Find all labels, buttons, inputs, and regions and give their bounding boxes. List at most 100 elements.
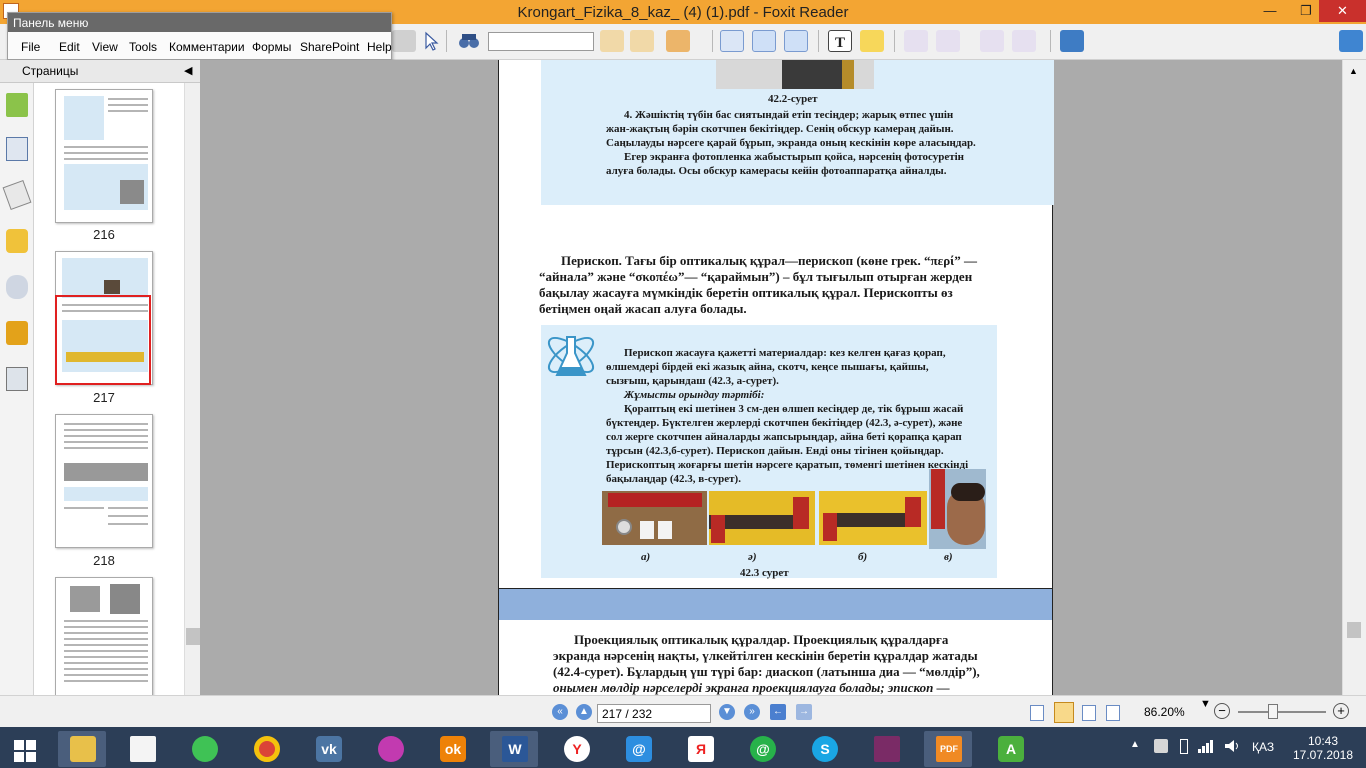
fullscreen-icon[interactable] — [1339, 30, 1363, 52]
zoom-dropdown-icon[interactable]: ▼ — [1200, 698, 1211, 710]
menu-edit[interactable]: Edit — [59, 40, 80, 54]
page-thumbnail-218[interactable] — [55, 414, 153, 548]
taskbar-odnoklassniki[interactable]: ok — [428, 731, 476, 767]
layers-icon[interactable] — [2, 179, 32, 211]
taskbar-yandex-browser[interactable]: Y — [552, 731, 600, 767]
menu-forms[interactable]: Формы — [252, 40, 291, 54]
step4-line-5: алуға болады. Осы обскур камерасы кейін … — [606, 165, 947, 177]
page-thumbnail-216[interactable] — [55, 89, 153, 223]
pdf-combine-icon[interactable] — [1012, 30, 1036, 52]
taskbar-whatsapp[interactable] — [180, 731, 228, 767]
taskbar-document[interactable] — [118, 731, 166, 767]
thumbnails-scroll-thumb[interactable] — [186, 628, 200, 645]
document-scroll-thumb[interactable] — [1347, 622, 1361, 638]
close-button[interactable]: ✕ — [1319, 0, 1366, 22]
note-icon[interactable] — [860, 30, 884, 52]
experiment-line-6: бүктеңдер. Бүктелген жерлерді скотчпен б… — [606, 417, 963, 429]
input-language[interactable]: ҚАЗ — [1252, 740, 1274, 754]
scroll-up-icon[interactable]: ▲ — [1349, 66, 1358, 76]
clock-date: 17.07.2018 — [1292, 748, 1354, 762]
fig-42-3-photo-v — [929, 469, 986, 549]
zoom-slider-knob[interactable] — [1268, 704, 1278, 719]
document-scrollbar[interactable]: ▲ — [1342, 60, 1366, 695]
photo-label-a: а) — [641, 551, 651, 563]
taskbar-file-explorer[interactable] — [58, 731, 106, 767]
find-next-icon[interactable] — [630, 30, 654, 52]
battery-icon[interactable] — [1180, 739, 1188, 754]
network-signal-icon[interactable] — [1198, 739, 1214, 753]
tray-expand-icon[interactable]: ▲ — [1130, 739, 1140, 750]
first-page-icon[interactable]: « — [552, 704, 568, 720]
facing-page-icon[interactable] — [1082, 705, 1096, 721]
menu-sharepoint[interactable]: SharePoint — [300, 40, 359, 54]
last-page-icon[interactable]: » — [744, 704, 760, 720]
highlight-icon[interactable] — [666, 30, 690, 52]
zoom-slider[interactable] — [1238, 711, 1326, 713]
fit-page-icon[interactable] — [752, 30, 776, 52]
pdf-from-file-icon[interactable] — [936, 30, 960, 52]
taskbar-yandex[interactable]: Я — [676, 731, 724, 767]
taskbar-vk[interactable]: vk — [304, 731, 352, 767]
system-clock[interactable]: 10:43 17.07.2018 — [1288, 734, 1358, 762]
fit-width-icon[interactable] — [784, 30, 808, 52]
attachments-icon[interactable] — [6, 275, 28, 299]
create-pdf-icon[interactable] — [904, 30, 928, 52]
pages-icon[interactable] — [6, 137, 28, 161]
pdf-scan-icon[interactable] — [980, 30, 1004, 52]
menu-help[interactable]: Help — [367, 40, 392, 54]
page-thumbnail-219[interactable] — [55, 577, 153, 695]
comments-icon[interactable] — [6, 229, 28, 253]
bookmarks-icon[interactable] — [6, 93, 28, 117]
zoom-in-button[interactable]: + — [1333, 703, 1349, 719]
obscura-step-box: 42.2-сурет 4. Жәшіктің түбін бас сиятынд… — [541, 60, 1054, 205]
go-forward-icon[interactable]: → — [796, 704, 812, 720]
taskbar-winrar[interactable] — [862, 731, 910, 767]
volume-icon[interactable] — [1224, 739, 1242, 753]
periscope-line-1: Перископ. Тағы бір оптикалық құрал—перис… — [561, 253, 977, 268]
document-viewport[interactable]: 42.2-сурет 4. Жәшіктің түбін бас сиятынд… — [200, 60, 1342, 695]
zoom-out-button[interactable]: − — [1214, 703, 1230, 719]
typewriter-icon[interactable]: T — [828, 30, 852, 52]
menu-comments[interactable]: Комментарии — [169, 40, 245, 54]
taskbar-foxit-reader[interactable]: PDF — [924, 731, 972, 767]
signature-icon[interactable] — [6, 367, 28, 391]
step4-line-1: 4. Жәшіктің түбін бас сиятындай етіп тес… — [624, 109, 954, 121]
menu-view[interactable]: View — [92, 40, 118, 54]
pdf-page-217: 42.2-сурет 4. Жәшіктің түбін бас сиятынд… — [498, 60, 1054, 642]
thumbnails-scrollbar[interactable] — [184, 83, 200, 695]
zoom-level[interactable]: 86.20% — [1144, 705, 1185, 719]
continuous-facing-icon[interactable] — [1106, 705, 1120, 721]
taskbar-word[interactable]: W — [490, 731, 538, 767]
select-text-icon[interactable] — [392, 30, 416, 52]
next-page-icon[interactable]: ▼ — [719, 704, 735, 720]
taskbar-mail[interactable]: @ — [614, 731, 662, 767]
single-page-icon[interactable] — [1030, 705, 1044, 721]
taskbar-mail-agent[interactable]: @ — [738, 731, 786, 767]
menu-tools[interactable]: Tools — [129, 40, 157, 54]
continuous-page-icon[interactable] — [1054, 702, 1074, 723]
fig-42-3-photo-a — [602, 491, 707, 545]
previous-page-icon[interactable]: ▲ — [576, 704, 592, 720]
periscope-line-4: бетіңмен оңай жасап алуға болады. — [539, 301, 747, 316]
taskbar-green-app[interactable]: A — [986, 731, 1034, 767]
tray-dropbox-icon[interactable] — [1154, 739, 1168, 753]
experiment-line-8: тұрсын (42.3,б-сурет). Перископ дайын. Е… — [606, 445, 944, 457]
menu-file[interactable]: File — [21, 40, 40, 54]
binoculars-icon[interactable] — [457, 30, 481, 52]
pointer-icon[interactable] — [418, 30, 442, 52]
sharepoint-icon[interactable] — [1060, 30, 1084, 52]
start-button[interactable] — [0, 731, 48, 767]
security-lock-icon[interactable] — [6, 321, 28, 345]
svg-text:T: T — [835, 35, 845, 51]
go-back-icon[interactable]: ← — [770, 704, 786, 720]
actual-size-icon[interactable] — [720, 30, 744, 52]
page-number-input[interactable]: 217 / 232 — [597, 704, 711, 723]
collapse-panel-icon[interactable]: ◀ — [184, 64, 192, 77]
find-previous-icon[interactable] — [600, 30, 624, 52]
taskbar-chrome[interactable] — [242, 731, 290, 767]
projection-line-3: (42.4-сурет). Бұлардың үш түрі бар: диас… — [553, 664, 980, 679]
taskbar-color-app[interactable] — [366, 731, 414, 767]
experiment-line-2: өлшемдері бірдей екі жазық айна, скотч, … — [606, 361, 929, 373]
find-input[interactable] — [488, 32, 594, 51]
taskbar-skype[interactable]: S — [800, 731, 848, 767]
